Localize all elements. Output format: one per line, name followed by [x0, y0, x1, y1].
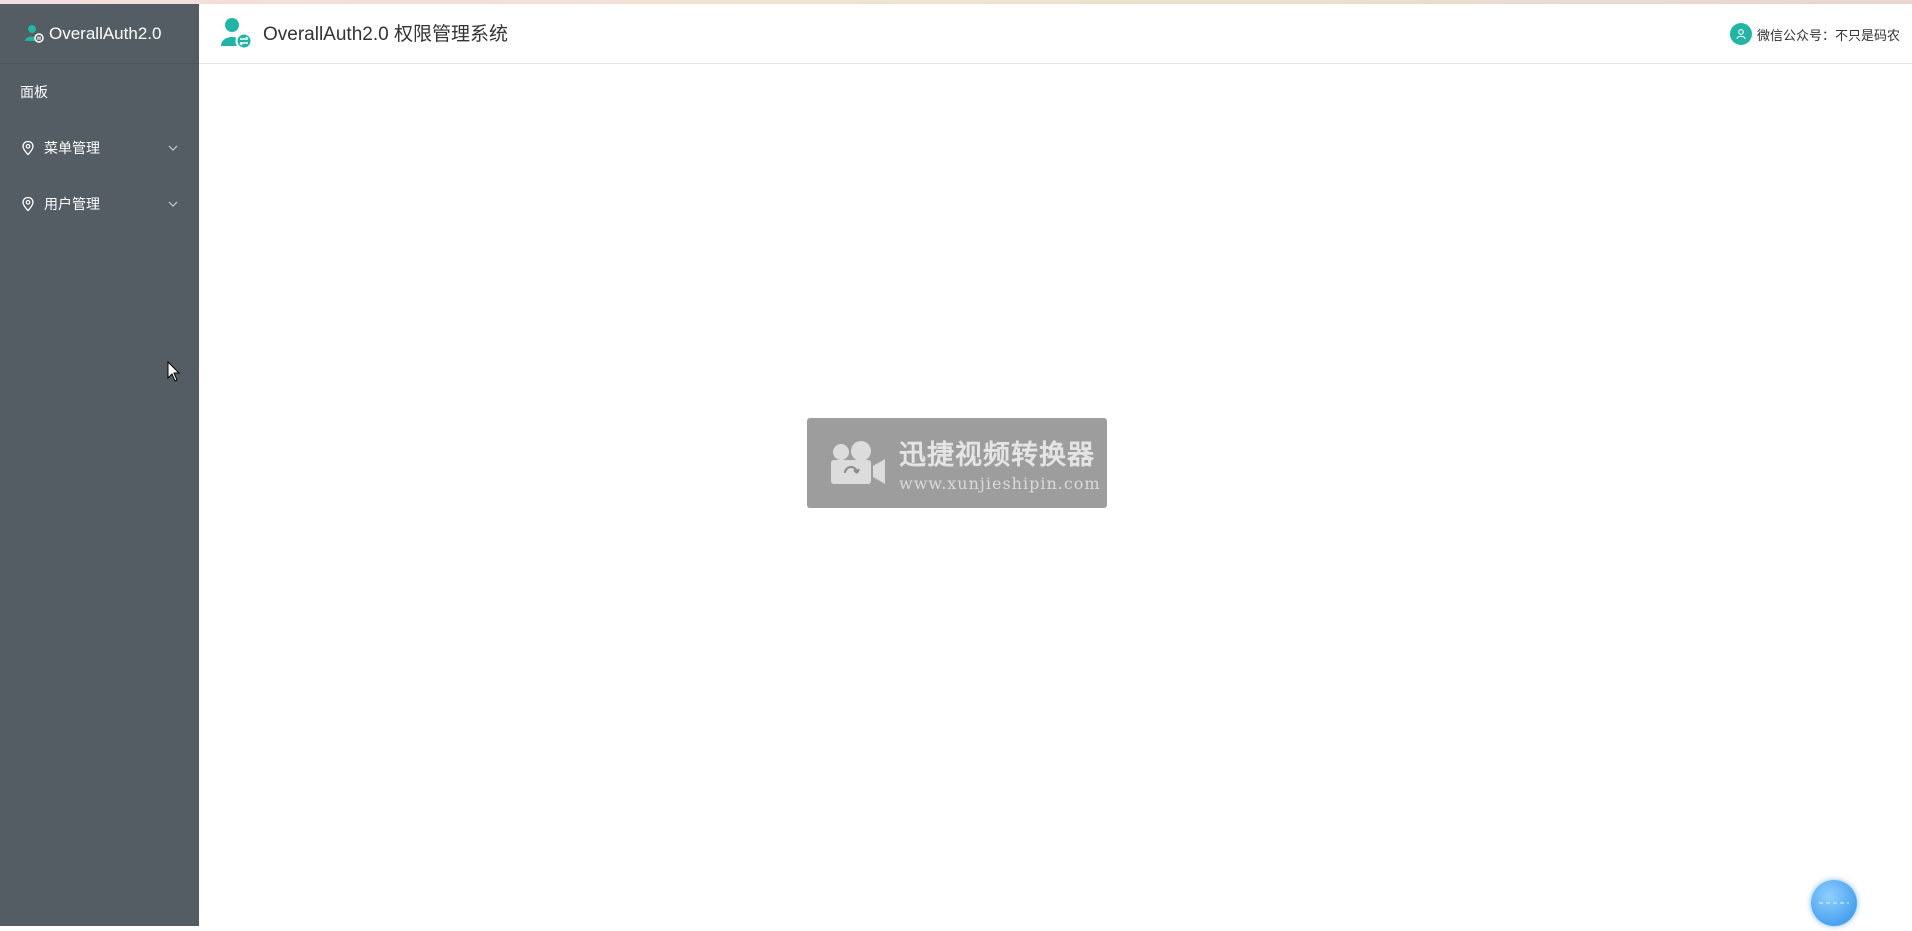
header-user-info[interactable]: 微信公众号：不只是码农: [1729, 4, 1900, 64]
sidebar-item-menu-management[interactable]: 菜单管理: [0, 120, 199, 176]
sidebar-item-label: 菜单管理: [44, 140, 100, 156]
chevron-down-icon[interactable]: [167, 198, 179, 210]
sidebar-item-label: 面板: [20, 84, 48, 100]
watermark-title: 迅捷视频转换器: [899, 440, 1095, 470]
sidebar: OverallAuth2.0 面板 菜单管理 用户管理: [0, 4, 199, 926]
location-icon: [22, 196, 34, 212]
location-icon: [22, 140, 34, 156]
user-icon: [1736, 29, 1746, 40]
watermark-url: www.xunjieshipin.com: [899, 474, 1101, 493]
page-title: OverallAuth2.0 权限管理系统: [263, 24, 508, 45]
user-setting-icon: [221, 18, 253, 50]
sparkle-icon: [1819, 902, 1849, 904]
sidebar-item-user-management[interactable]: 用户管理: [0, 176, 199, 232]
video-camera-icon: [831, 441, 885, 484]
mouse-cursor-icon: [167, 361, 181, 382]
user-setting-icon: [25, 24, 44, 43]
user-text: 微信公众号：不只是码农: [1756, 27, 1900, 43]
sidebar-item-dashboard[interactable]: 面板: [0, 64, 199, 120]
watermark: 迅捷视频转换器 www.xunjieshipin.com: [807, 418, 1107, 508]
top-header: OverallAuth2.0 权限管理系统 微信公众号：不只是码农: [199, 4, 1912, 64]
sidebar-brand-label: OverallAuth2.0: [49, 23, 162, 43]
floating-assistant-button[interactable]: [1811, 880, 1857, 926]
sidebar-brand[interactable]: OverallAuth2.0: [0, 4, 199, 64]
chevron-down-icon[interactable]: [167, 142, 179, 154]
sidebar-item-label: 用户管理: [44, 196, 100, 212]
avatar[interactable]: [1729, 23, 1752, 45]
